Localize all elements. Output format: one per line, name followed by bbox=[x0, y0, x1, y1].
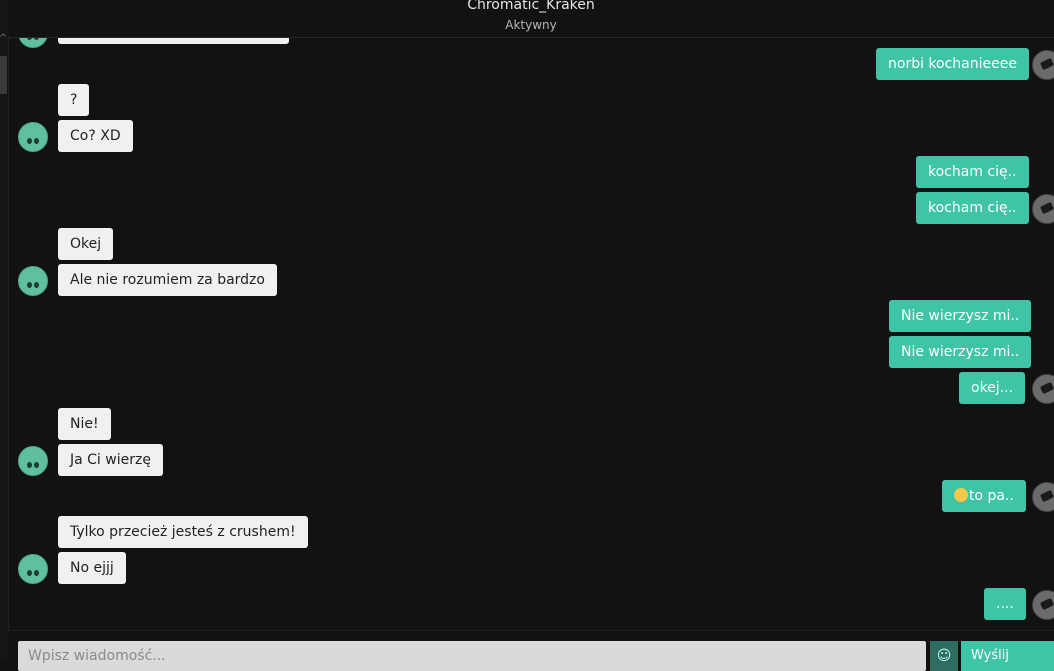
message-bubble-outgoing: okej... bbox=[959, 372, 1026, 404]
avatar-image-icon bbox=[1039, 57, 1054, 71]
avatar-eye-icon bbox=[34, 570, 39, 576]
message-bubble-outgoing: kocham cię.. bbox=[916, 192, 1029, 224]
contact-avatar[interactable] bbox=[18, 122, 48, 152]
avatar-eye-icon bbox=[27, 282, 32, 288]
avatar-image-icon bbox=[1039, 201, 1054, 215]
avatar-eye-icon bbox=[27, 38, 32, 40]
user-avatar[interactable] bbox=[1032, 590, 1054, 620]
avatar-eye-icon bbox=[27, 570, 32, 576]
send-button[interactable]: Wyślij bbox=[961, 641, 1054, 671]
message-bubble-incoming: Ja Ci wierzę bbox=[58, 444, 163, 476]
avatar-image-icon bbox=[1039, 381, 1054, 395]
scroll-up-icon[interactable]: ^ bbox=[0, 34, 7, 44]
message-bubble-outgoing: .... bbox=[984, 588, 1026, 620]
avatar-image-icon bbox=[1039, 597, 1054, 611]
avatar-eye-icon bbox=[34, 282, 39, 288]
avatar-eye-icon bbox=[27, 138, 32, 144]
message-bubble-incoming: Tylko przecież jesteś z crushem! bbox=[58, 516, 308, 548]
message-bubble-incoming: Okej bbox=[58, 228, 114, 260]
message-bubble-incoming: Nie! bbox=[58, 408, 111, 440]
contact-name: Chromatic_Kraken bbox=[467, 0, 595, 13]
message-bubble-outgoing: kocham cię.. bbox=[916, 156, 1029, 188]
contact-avatar[interactable] bbox=[18, 554, 48, 584]
user-avatar[interactable] bbox=[1032, 50, 1054, 80]
message-text: to pa.. bbox=[969, 488, 1014, 504]
user-avatar[interactable] bbox=[1032, 374, 1054, 404]
avatar-eye-icon bbox=[34, 38, 39, 40]
message-input[interactable] bbox=[18, 641, 926, 671]
message-bubble-incoming: Co? XD bbox=[58, 120, 133, 152]
message-bubble-incoming: Ale nie rozumiem za bardzo bbox=[58, 264, 277, 296]
user-avatar[interactable] bbox=[1032, 482, 1054, 512]
composer-bar: ☺ Wyślij bbox=[8, 630, 1054, 671]
message-bubble-outgoing: to pa.. bbox=[942, 480, 1026, 512]
chat-header: Chromatic_Kraken Aktywny bbox=[8, 0, 1054, 38]
avatar-image-icon bbox=[1039, 489, 1054, 503]
message-bubble-incoming: ? bbox=[58, 84, 90, 116]
user-avatar[interactable] bbox=[1032, 194, 1054, 224]
contact-avatar[interactable] bbox=[18, 446, 48, 476]
contact-avatar[interactable] bbox=[18, 38, 48, 48]
contact-status: Aktywny bbox=[505, 18, 557, 32]
scrollbar-thumb[interactable] bbox=[0, 56, 7, 94]
message-bubble-outgoing: Nie wierzysz mi.. bbox=[889, 300, 1032, 332]
avatar-eye-icon bbox=[27, 462, 32, 468]
message-bubble-outgoing: Nie wierzysz mi.. bbox=[889, 336, 1032, 368]
message-bubble-incoming: No ejjj bbox=[58, 552, 126, 584]
message-list[interactable]: norbi kochanieeee ? Co? XD kocham cię.. … bbox=[8, 38, 1054, 630]
avatar-eye-icon bbox=[34, 462, 39, 468]
avatar-eye-icon bbox=[34, 138, 39, 144]
message-bubble-incoming bbox=[58, 38, 289, 44]
emoji-picker-button[interactable]: ☺ bbox=[930, 641, 958, 671]
relieved-face-emoji-icon bbox=[954, 488, 968, 502]
contact-avatar[interactable] bbox=[18, 266, 48, 296]
message-bubble-outgoing: norbi kochanieeee bbox=[876, 48, 1029, 80]
smile-icon: ☺ bbox=[936, 648, 952, 664]
